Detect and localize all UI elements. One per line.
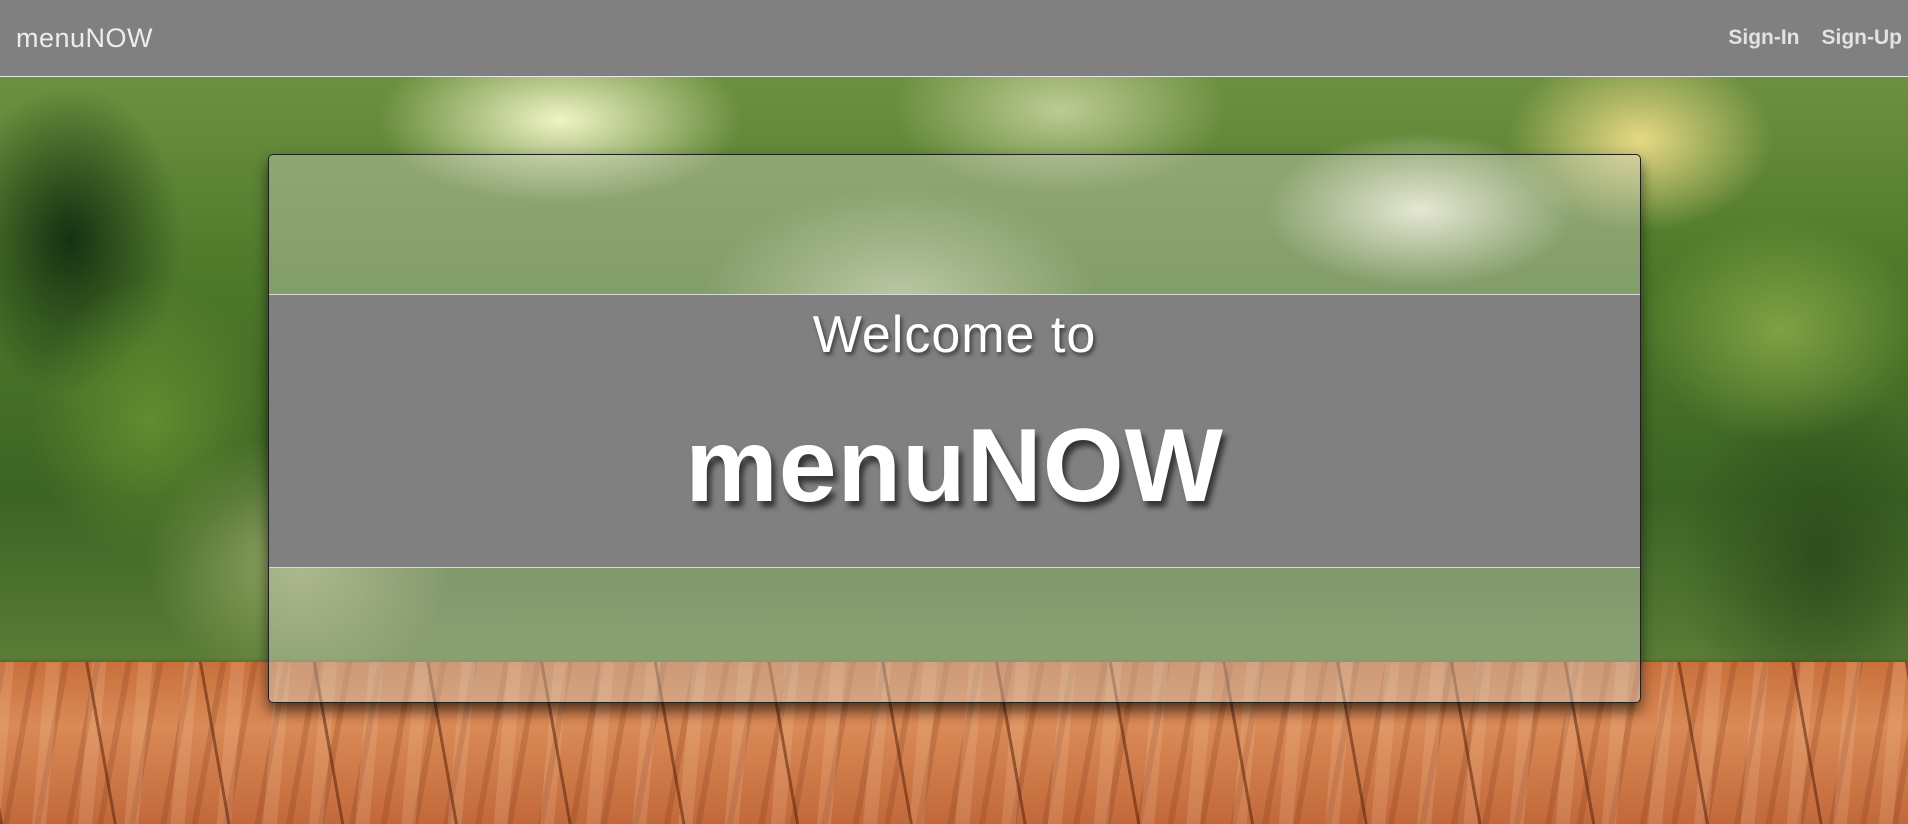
sign-in-link[interactable]: Sign-In — [1728, 26, 1799, 50]
sign-up-link[interactable]: Sign-Up — [1822, 26, 1902, 50]
brand-link[interactable]: menuNOW — [16, 23, 153, 54]
welcome-subtitle: Welcome to — [812, 306, 1097, 364]
top-navbar: menuNOW Sign-In Sign-Up — [0, 0, 1908, 77]
nav-links: Sign-In Sign-Up — [1706, 26, 1902, 50]
welcome-title: menuNOW — [685, 408, 1224, 524]
welcome-card: Welcome to menuNOW — [268, 154, 1641, 703]
welcome-band: Welcome to menuNOW — [269, 294, 1640, 568]
